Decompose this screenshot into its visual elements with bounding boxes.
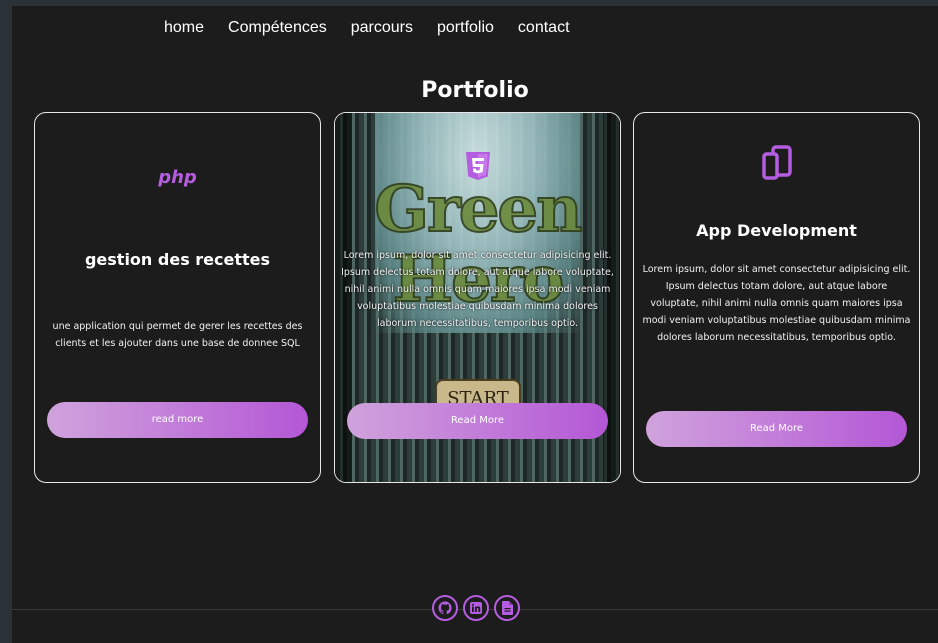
portfolio-card-app-development: App Development Lorem ipsum, dolor sit a…	[633, 112, 920, 483]
nav-home-link[interactable]: home	[164, 19, 204, 37]
nav-portfolio-link[interactable]: portfolio	[437, 19, 494, 37]
main-nav: home Compétences parcours portfolio cont…	[164, 16, 570, 40]
linkedin-icon	[470, 602, 482, 614]
nav-competences-link[interactable]: Compétences	[228, 19, 327, 37]
mobile-devices-icon	[761, 145, 792, 180]
read-more-button[interactable]: Read More	[347, 403, 608, 439]
card-title: gestion des recettes	[84, 250, 271, 269]
portfolio-card-recettes: php gestion des recettes une application…	[34, 112, 321, 483]
linkedin-link[interactable]	[463, 595, 489, 621]
github-icon	[438, 601, 452, 615]
resume-link[interactable]	[494, 595, 520, 621]
read-more-button[interactable]: Read More	[646, 411, 907, 447]
card-description: Lorem ipsum, dolor sit amet consectetur …	[642, 264, 911, 343]
portfolio-title: Portfolio	[421, 78, 529, 103]
nav-contact-link[interactable]: contact	[518, 19, 570, 37]
github-link[interactable]	[432, 595, 458, 621]
page: home Compétences parcours portfolio cont…	[12, 6, 938, 643]
document-icon	[501, 601, 513, 615]
php-logo: php	[158, 167, 197, 188]
devices-icon-wrap	[634, 145, 919, 181]
portfolio-card-green-hero: Green Hero START Lorem ipsum, dolor sit …	[334, 112, 621, 483]
html5-icon-wrap	[335, 151, 620, 181]
card-title: App Development	[696, 221, 857, 240]
read-more-button[interactable]: read more	[47, 402, 308, 438]
card-description: Lorem ipsum, dolor sit amet consectetur …	[341, 250, 614, 329]
card-description: une application qui permet de gerer les …	[52, 321, 303, 349]
html5-icon	[465, 152, 490, 180]
nav-parcours-link[interactable]: parcours	[351, 19, 413, 37]
social-links	[432, 595, 520, 621]
